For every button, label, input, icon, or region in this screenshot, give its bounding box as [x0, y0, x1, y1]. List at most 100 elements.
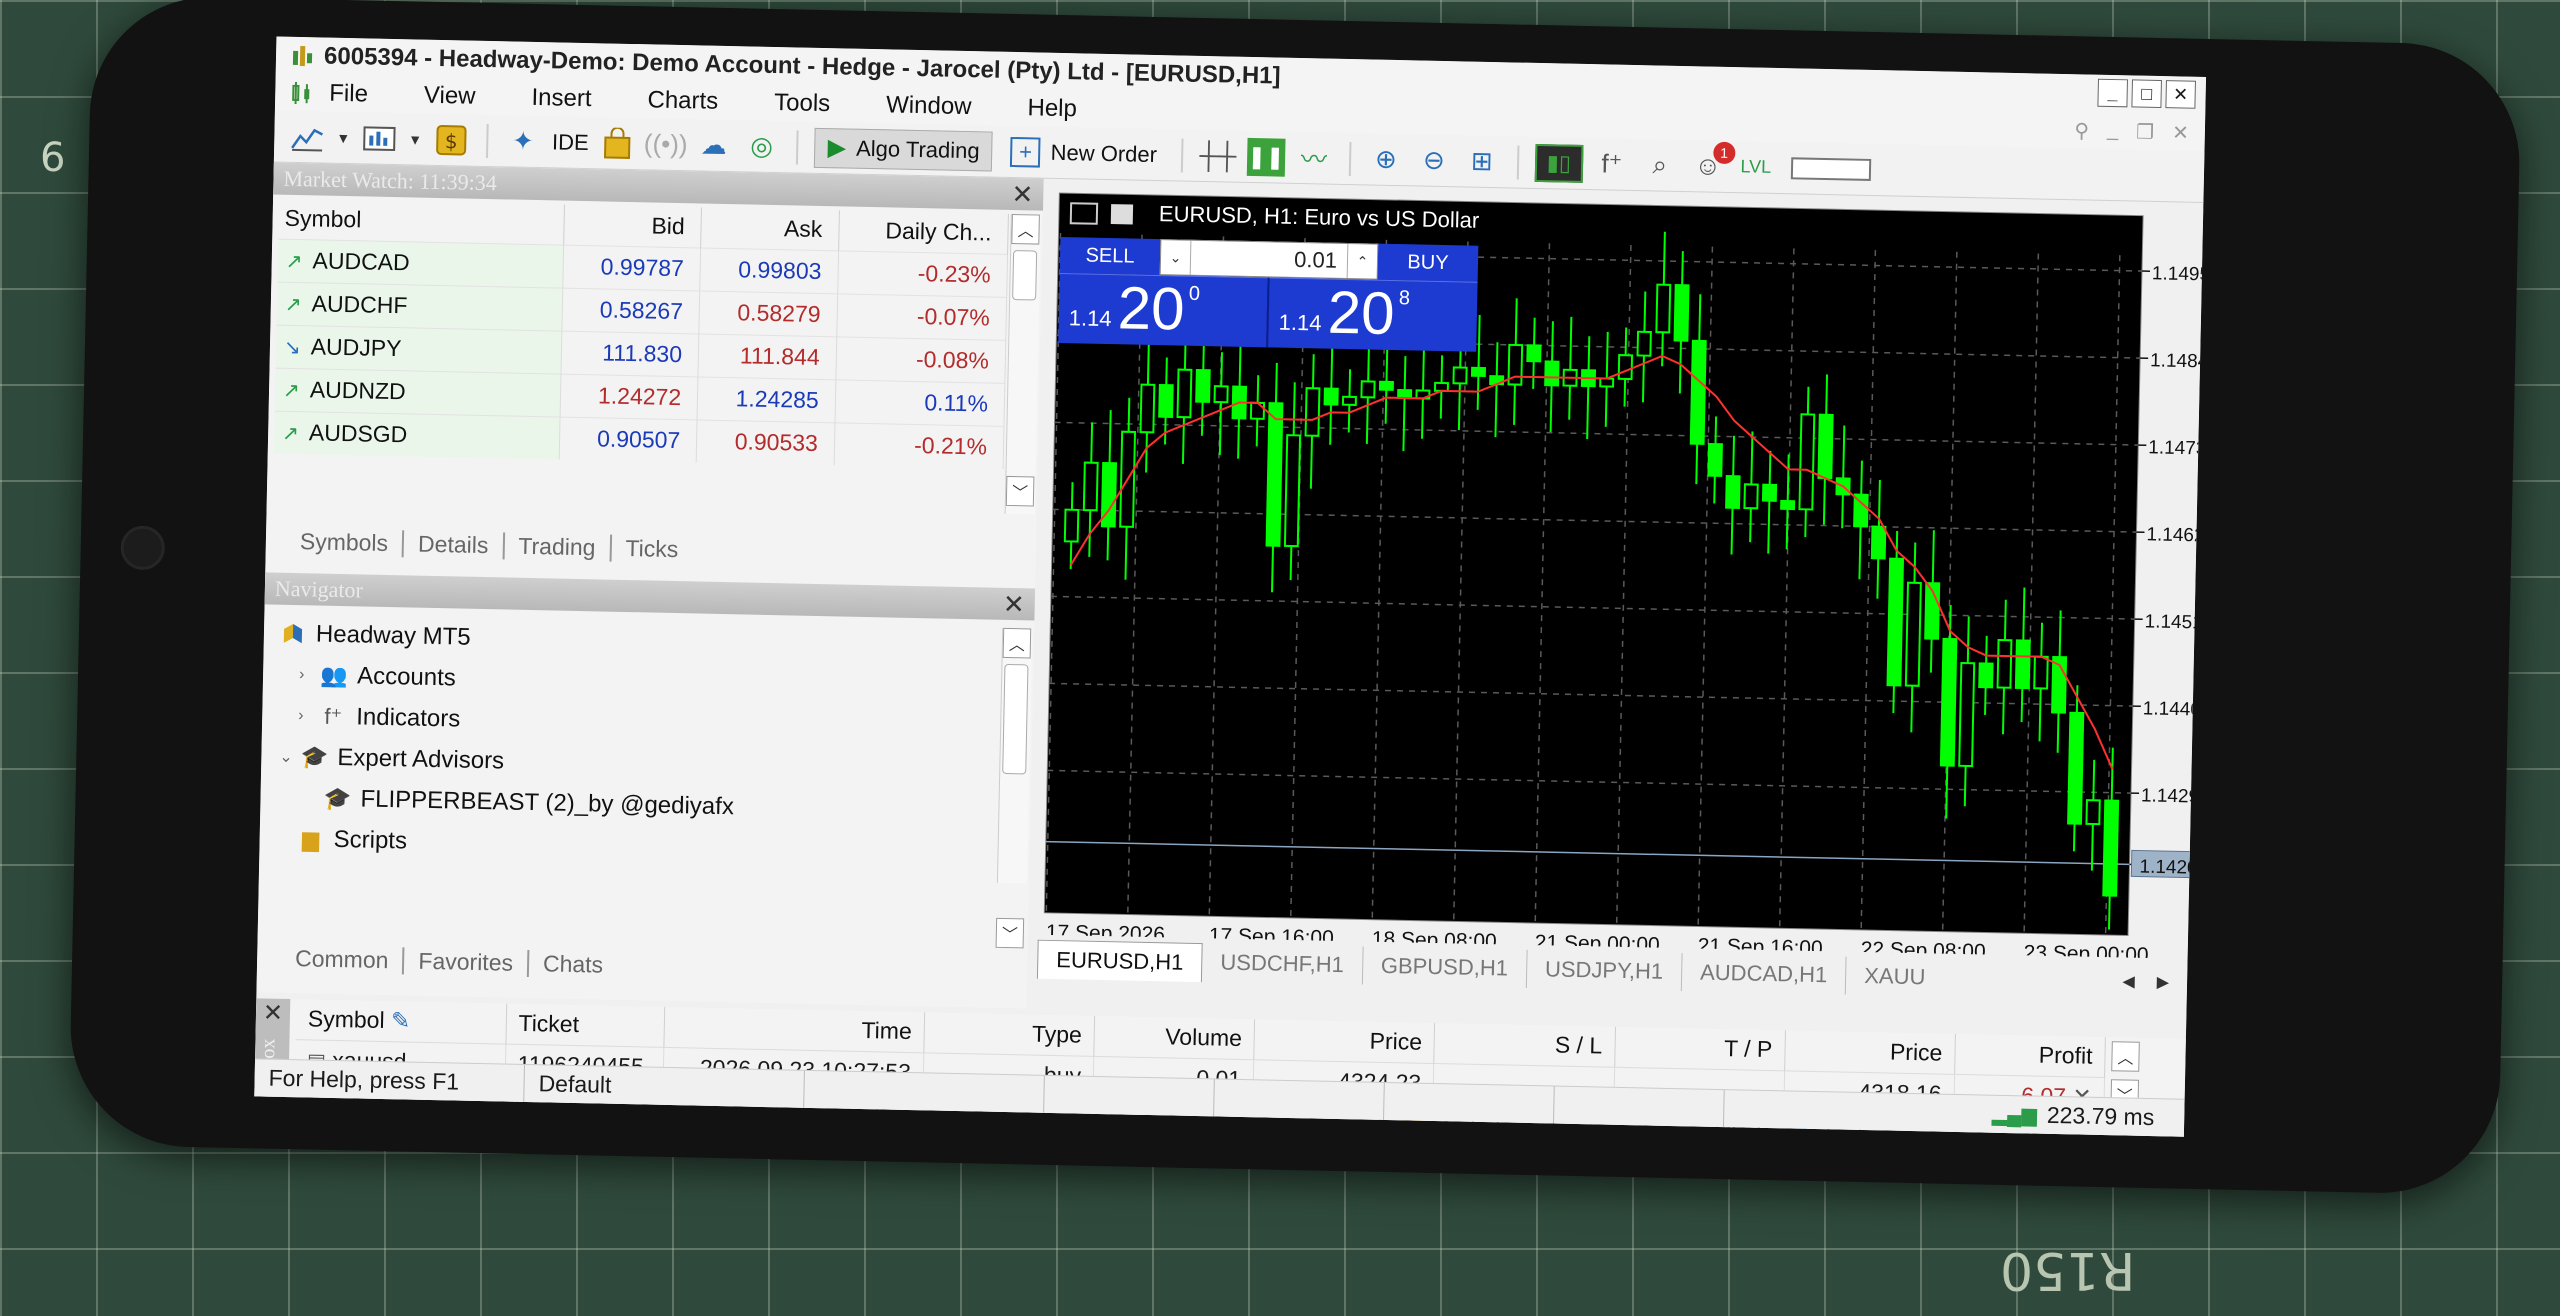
market-bag-icon[interactable] — [598, 124, 637, 163]
minimize-button[interactable]: _ — [2097, 78, 2128, 108]
trend-down-icon: ↘ — [283, 336, 301, 360]
navigator-scrollbar[interactable]: ︿ — [996, 627, 1033, 884]
column-header-symbol[interactable]: Symbol ✎ — [295, 999, 507, 1044]
line-chart-icon[interactable] — [288, 117, 327, 156]
collapse-icon[interactable]: ⌄ — [279, 746, 299, 766]
close-window-button[interactable]: ✕ — [2165, 80, 2196, 109]
sell-button[interactable]: SELL — [1059, 237, 1161, 276]
column-header-symbol[interactable]: Symbol — [278, 198, 565, 245]
menu-help[interactable]: Help — [1027, 94, 1077, 123]
tab-trading[interactable]: Trading — [504, 532, 612, 562]
chart-tab-eurusd[interactable]: EURUSD,H1 — [1036, 939, 1203, 982]
lot-value[interactable]: 0.01 — [1191, 245, 1348, 274]
signals-icon[interactable]: ((•)) — [644, 125, 688, 164]
buy-button[interactable]: BUY — [1377, 243, 1479, 282]
menu-charts[interactable]: Charts — [647, 86, 718, 115]
tab-common[interactable]: Common — [280, 944, 405, 975]
scroll-down-icon[interactable]: ﹀ — [995, 917, 1025, 949]
menu-tools[interactable]: Tools — [774, 89, 831, 118]
candle-body — [1939, 637, 1958, 767]
tab-chats[interactable]: Chats — [529, 950, 618, 979]
indicators-toolbar-icon[interactable]: f⁺ — [1592, 145, 1631, 184]
menu-insert[interactable]: Insert — [531, 84, 592, 113]
lot-increase-icon[interactable]: ⌃ — [1346, 244, 1378, 279]
scroll-up-icon[interactable]: ︿ — [2111, 1041, 2140, 1072]
chart-shift-button[interactable]: ▮▯ — [1534, 143, 1584, 183]
tab-symbols[interactable]: Symbols — [285, 527, 405, 558]
column-header-current-price[interactable]: Price — [1784, 1030, 1956, 1074]
dollar-icon[interactable]: $ — [432, 120, 471, 159]
line-mode-icon[interactable]: 〰 — [1295, 138, 1334, 177]
column-header-price[interactable]: Price — [1254, 1019, 1435, 1064]
tab-details[interactable]: Details — [403, 530, 505, 560]
sparkle-icon[interactable]: ✦ — [504, 122, 543, 161]
column-header-tp[interactable]: T / P — [1614, 1026, 1786, 1071]
search-icon[interactable]: ⌕ — [1640, 146, 1679, 185]
scroll-up-icon[interactable]: ︿ — [1011, 213, 1040, 245]
y-tick-label: 1.14290 — [2141, 785, 2204, 807]
lot-size-field[interactable]: ⌄ 0.01 ⌃ — [1159, 239, 1379, 280]
bar-chart-icon[interactable]: ┼┼ — [1199, 136, 1238, 175]
new-order-button[interactable]: + New Order — [1002, 132, 1165, 173]
level-icon[interactable]: LVL — [1736, 148, 1775, 187]
close-icon[interactable]: ✕ — [1011, 180, 1033, 210]
column-header-ticket[interactable]: Ticket — [505, 1003, 665, 1047]
tree-item-scripts[interactable]: ▆ Scripts — [273, 818, 733, 869]
column-header-type[interactable]: Type — [923, 1012, 1095, 1056]
candle-body — [1452, 366, 1468, 385]
menu-file[interactable]: File — [329, 80, 368, 109]
edit-icon[interactable]: ✎ — [391, 1007, 411, 1033]
menu-view[interactable]: View — [424, 82, 476, 111]
column-header-sl[interactable]: S / L — [1434, 1023, 1616, 1067]
chart-template-icon[interactable] — [360, 119, 399, 158]
tile-windows-icon[interactable]: ⊞ — [1462, 142, 1501, 181]
scroll-thumb[interactable] — [1002, 663, 1029, 775]
chart-restore-icon[interactable]: ❐ — [2136, 120, 2154, 145]
tab-favorites[interactable]: Favorites — [404, 947, 530, 978]
toolbar-separator — [1516, 145, 1520, 180]
scroll-up-icon[interactable]: ︿ — [1002, 627, 1032, 659]
expand-icon[interactable]: › — [298, 707, 318, 725]
chart-tab-usdchf[interactable]: USDCHF,H1 — [1202, 943, 1364, 985]
menu-window[interactable]: Window — [886, 91, 972, 121]
zoom-in-icon[interactable]: ⊕ — [1367, 140, 1406, 179]
lot-decrease-icon[interactable]: ⌄ — [1160, 240, 1192, 275]
strategy-icon[interactable]: ◎ — [742, 127, 781, 166]
tab-scroll-right-icon[interactable]: ▶ — [2157, 972, 2170, 992]
pin-icon[interactable]: ⚲ — [2074, 118, 2089, 143]
chart-tab-xauusd[interactable]: XAUU — [1846, 957, 1944, 997]
chart-close-icon[interactable]: ✕ — [2172, 120, 2189, 145]
sell-price-button[interactable]: 1.14 20 0 — [1058, 273, 1268, 348]
column-header-change[interactable]: Daily Ch... — [838, 210, 1009, 254]
maximize-button[interactable]: □ — [2131, 79, 2162, 109]
community-icon[interactable]: ☺ 1 — [1688, 141, 1736, 186]
ide-button[interactable]: IDE — [552, 129, 589, 156]
market-watch-scrollbar[interactable]: ︿ ﹀ — [1004, 213, 1041, 515]
chevron-down-icon[interactable]: ▼ — [336, 129, 350, 145]
tab-scroll-left-icon[interactable]: ◀ — [2122, 971, 2135, 991]
column-header-ask[interactable]: Ask — [700, 207, 840, 251]
quick-search-field[interactable] — [1790, 156, 1872, 181]
vps-cloud-icon[interactable]: ☁ — [694, 126, 733, 165]
chart-tab-usdjpy[interactable]: USDJPY,H1 — [1526, 949, 1683, 992]
scroll-down-icon[interactable]: ﹀ — [1005, 475, 1035, 507]
algo-trading-button[interactable]: ▶ Algo Trading — [814, 127, 994, 172]
connection-status[interactable]: ▂▄▆ 223.79 ms — [1992, 1101, 2185, 1132]
scroll-thumb[interactable] — [1012, 250, 1038, 301]
column-header-profit[interactable]: Profit — [1954, 1033, 2106, 1078]
column-header-time[interactable]: Time — [663, 1006, 925, 1053]
close-icon[interactable]: ✕ — [1003, 590, 1025, 620]
column-header-volume[interactable]: Volume — [1093, 1015, 1255, 1060]
status-profile[interactable]: Default — [524, 1064, 805, 1108]
tab-ticks[interactable]: Ticks — [611, 535, 692, 564]
zoom-out-icon[interactable]: ⊖ — [1415, 141, 1454, 180]
chart-tab-gbpusd[interactable]: GBPUSD,H1 — [1362, 946, 1528, 988]
chart-tab-audcad[interactable]: AUDCAD,H1 — [1681, 953, 1847, 995]
buy-price-button[interactable]: 1.14 20 8 — [1266, 277, 1478, 352]
column-header-bid[interactable]: Bid — [563, 204, 702, 248]
expand-icon[interactable]: › — [299, 666, 319, 684]
chart-minimize-icon[interactable]: _ — [2107, 119, 2119, 144]
candlestick-mode-button[interactable]: ❚❚ — [1246, 137, 1286, 177]
chevron-down-icon[interactable]: ▼ — [408, 131, 422, 147]
close-icon[interactable]: ✕ — [256, 998, 291, 1028]
